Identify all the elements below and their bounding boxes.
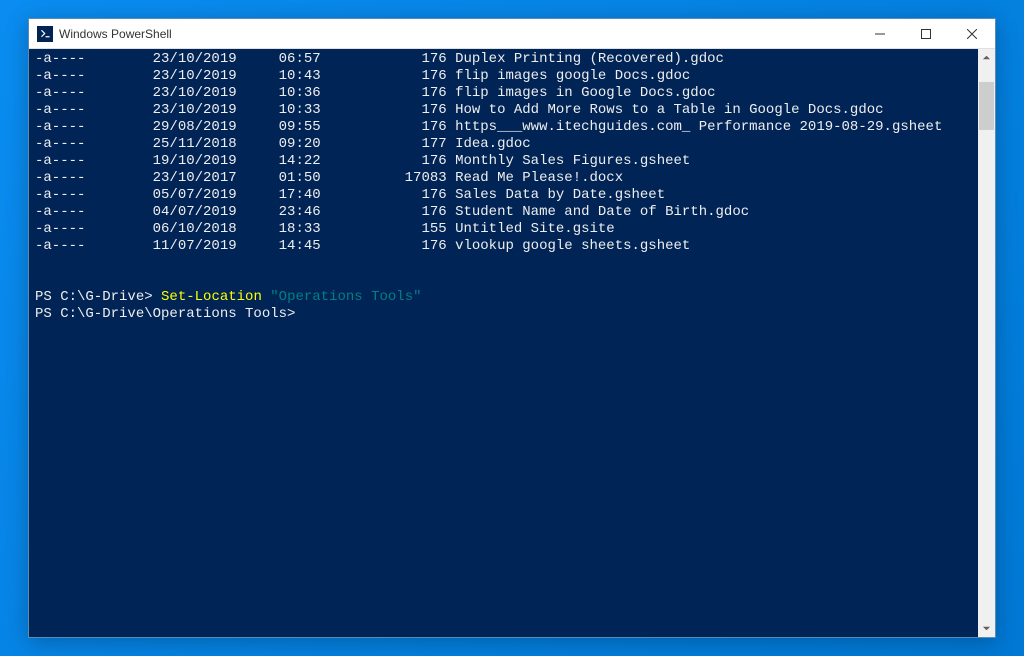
blank-line [35, 272, 978, 289]
scroll-up-button[interactable] [978, 49, 995, 66]
minimize-button[interactable] [857, 19, 903, 48]
file-entry: -a---- 23/10/2019 06:57 176 Duplex Print… [35, 51, 978, 68]
cmdlet: Set-Location [161, 289, 262, 305]
file-entry: -a---- 23/10/2017 01:50 17083 Read Me Pl… [35, 170, 978, 187]
file-entry: -a---- 11/07/2019 14:45 176 vlookup goog… [35, 238, 978, 255]
powershell-window: Windows PowerShell -a---- 23/10/2019 06:… [28, 18, 996, 638]
scroll-down-button[interactable] [978, 620, 995, 637]
window-controls [857, 19, 995, 48]
file-entry: -a---- 04/07/2019 23:46 176 Student Name… [35, 204, 978, 221]
close-button[interactable] [949, 19, 995, 48]
scroll-thumb[interactable] [979, 82, 994, 130]
titlebar[interactable]: Windows PowerShell [29, 19, 995, 49]
file-entry: -a---- 06/10/2018 18:33 155 Untitled Sit… [35, 221, 978, 238]
file-entry: -a---- 23/10/2019 10:43 176 flip images … [35, 68, 978, 85]
blank-line [35, 255, 978, 272]
file-entry: -a---- 23/10/2019 10:36 176 flip images … [35, 85, 978, 102]
current-prompt: PS C:\G-Drive\Operations Tools> [35, 306, 978, 323]
file-entry: -a---- 29/08/2019 09:55 176 https___www.… [35, 119, 978, 136]
file-entry: -a---- 19/10/2019 14:22 176 Monthly Sale… [35, 153, 978, 170]
maximize-button[interactable] [903, 19, 949, 48]
file-entry: -a---- 05/07/2019 17:40 176 Sales Data b… [35, 187, 978, 204]
command-line: PS C:\G-Drive> Set-Location "Operations … [35, 289, 978, 306]
file-entry: -a---- 25/11/2018 09:20 177 Idea.gdoc [35, 136, 978, 153]
terminal-area: -a---- 23/10/2019 06:57 176 Duplex Print… [29, 49, 995, 637]
window-title: Windows PowerShell [59, 27, 857, 41]
prompt: PS C:\G-Drive> [35, 289, 161, 305]
terminal-output[interactable]: -a---- 23/10/2019 06:57 176 Duplex Print… [29, 49, 978, 637]
argument: "Operations Tools" [270, 289, 421, 305]
file-entry: -a---- 23/10/2019 10:33 176 How to Add M… [35, 102, 978, 119]
scrollbar[interactable] [978, 49, 995, 637]
powershell-icon [37, 26, 53, 42]
